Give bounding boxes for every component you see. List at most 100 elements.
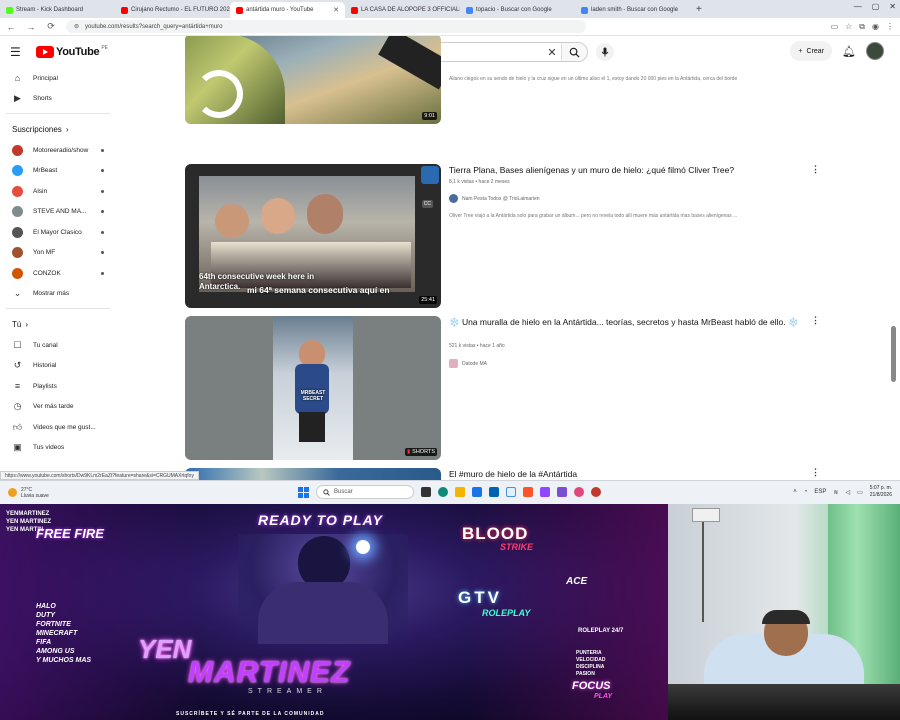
app-icon[interactable] — [506, 487, 516, 497]
sidebar-item-label: CONZOK — [33, 269, 61, 277]
mail-icon[interactable] — [489, 487, 499, 497]
sidebar-item[interactable]: MrBeast — [0, 161, 118, 182]
more-options-icon[interactable]: ⋮ — [811, 164, 820, 175]
browser-tab[interactable]: topacio - Buscar con Google — [460, 2, 575, 18]
account-avatar[interactable] — [866, 42, 884, 60]
sidebar-item[interactable]: 👍︎ Videos que me gust... — [0, 417, 118, 438]
close-icon[interactable]: ✕ — [889, 2, 896, 11]
subscriptions-header[interactable]: Suscripciones › — [0, 118, 118, 140]
store-icon[interactable] — [472, 487, 482, 497]
url-field[interactable]: ⊜ youtube.com/results?search_query=antár… — [66, 20, 586, 33]
cast-icon[interactable]: ▭ — [831, 22, 839, 32]
result-title[interactable]: ❄️ Una muralla de hielo en la Antártida.… — [449, 317, 809, 328]
reload-icon[interactable]: ⟳ — [46, 21, 56, 32]
app-icon[interactable] — [557, 487, 567, 497]
sidebar-item[interactable]: CONZOK — [0, 263, 118, 284]
show-more-button[interactable]: ⌄ Mostrar más — [0, 284, 118, 305]
result-channel[interactable]: Nam Pesta Todos @ TrioLaimarien — [449, 194, 540, 203]
video-thumbnail-3[interactable]: MRBEAST SECRET ▮ SHORTS — [185, 316, 441, 460]
weather-widget[interactable]: 27°C Lluvia suave — [0, 487, 120, 499]
site-info-icon[interactable]: ⊜ — [74, 23, 79, 30]
sidebar-item[interactable]: Alsin — [0, 181, 118, 202]
extension-icon[interactable]: ⧉ — [859, 22, 865, 32]
webcam-feed — [668, 504, 900, 720]
clock[interactable]: 5:07 p. m. 21/8/2026 — [870, 485, 892, 499]
sidebar-item-label: STEVE AND MA... — [33, 208, 87, 216]
maximize-icon[interactable]: ▢ — [872, 2, 880, 11]
app-icon[interactable] — [574, 487, 584, 497]
lang-indicator[interactable]: ESP — [814, 489, 826, 495]
windows-start-icon[interactable] — [298, 486, 309, 498]
result-channel[interactable]: Datode MA — [449, 359, 487, 368]
record-icon[interactable] — [591, 487, 601, 497]
overlay-game-item: DUTY — [36, 612, 56, 619]
overlay-top-left-line: YEN MARTINEZ — [6, 519, 51, 525]
youtube-logo[interactable]: YouTube PE — [36, 45, 108, 58]
overlay-top-left-line: YENMARTINEZ — [6, 511, 50, 517]
channel-avatar — [12, 267, 23, 279]
page-scrollbar[interactable] — [891, 326, 896, 382]
menu-icon[interactable]: ⋮ — [886, 22, 894, 32]
plane-wing-shape — [378, 36, 441, 90]
browser-tab[interactable]: Cirujano Rectumo - EL FUTURO 2026 — [115, 2, 230, 18]
result-title[interactable]: El #muro de hielo de la #Antártida — [449, 469, 809, 480]
battery-icon[interactable]: ▭ — [857, 489, 863, 496]
chevron-right-icon: › — [25, 319, 29, 329]
video-thumbnail-2[interactable]: 64th consecutive week here in Antarctica… — [185, 164, 441, 308]
sidebar-item[interactable]: El Mayor Clasico — [0, 222, 118, 243]
more-options-icon[interactable]: ⋮ — [811, 315, 820, 326]
tab-close-icon[interactable]: ✕ — [333, 6, 339, 14]
profile-icon[interactable]: ◉ — [872, 22, 879, 32]
sidebar-item-label: Principal — [33, 74, 58, 82]
channel-avatar — [449, 359, 458, 368]
brave-icon[interactable] — [523, 487, 533, 497]
volume-icon[interactable]: ◁ — [845, 489, 850, 496]
sidebar-item[interactable]: Yon MF — [0, 243, 118, 264]
file-explorer-icon[interactable] — [455, 487, 465, 497]
sidebar-item[interactable]: ▶ Shorts — [0, 89, 118, 110]
forward-icon[interactable]: → — [26, 22, 36, 32]
overlay-ace: ACE — [566, 576, 588, 587]
weather-text: 27°C Lluvia suave — [21, 487, 49, 499]
overlay-name-last: MARTINEZ — [188, 656, 351, 689]
sidebar-item[interactable]: ▣ Tus videos — [0, 438, 118, 459]
video-thumbnail-1[interactable]: 9:01 — [185, 36, 441, 124]
minimize-icon[interactable]: — — [854, 2, 862, 11]
result-title[interactable]: Tierra Plana, Bases alienígenas y un mur… — [449, 165, 809, 176]
back-icon[interactable]: ← — [6, 22, 16, 32]
sidebar: ⌂ Principal ▶ Shorts Suscripciones › Motoreera… — [0, 68, 118, 480]
bookmark-icon[interactable]: ☆ — [845, 22, 852, 32]
browser-tab[interactable]: laden smith - Buscar con Google — [575, 2, 690, 18]
notifications-bell-icon[interactable]: 🔔︎ — [842, 45, 856, 58]
more-options-icon[interactable]: ⋮ — [811, 467, 820, 478]
sidebar-item[interactable]: ≡ Playlists — [0, 376, 118, 397]
sidebar-item[interactable]: Motoreeradio/show — [0, 140, 118, 161]
video-thumbnail-4[interactable] — [185, 468, 441, 480]
you-header[interactable]: Tú › — [0, 313, 118, 335]
sidebar-item[interactable]: ☐ Tu canal — [0, 335, 118, 356]
chevron-up-icon[interactable]: ˄ — [793, 489, 797, 495]
subscriptions-header-label: Suscripciones — [12, 124, 62, 134]
browser-tab[interactable]: Stream - Kick Dashboard — [0, 2, 115, 18]
lens-flare — [356, 540, 370, 554]
network-icon[interactable]: ◔ — [804, 489, 808, 495]
task-view-icon[interactable] — [421, 487, 431, 497]
taskbar-search[interactable]: Buscar — [316, 485, 414, 499]
sidebar-item[interactable]: ↺ Historial — [0, 356, 118, 377]
browser-tab[interactable]: LA CASA DE ALOPOPE 3 OFFICIALLE — [345, 2, 460, 18]
live-dot — [101, 210, 104, 214]
overlay-strike: STRIKE — [500, 542, 534, 552]
new-tab-button[interactable]: + — [690, 2, 708, 18]
tab-favicon-icon — [581, 6, 588, 14]
wifi-icon[interactable]: ≋ — [833, 489, 838, 496]
sidebar-item[interactable]: ◷ Ver más tarde — [0, 397, 118, 418]
twitch-icon[interactable] — [540, 487, 550, 497]
sidebar-item[interactable]: STEVE AND MA... — [0, 202, 118, 223]
tab-title: Stream - Kick Dashboard — [16, 7, 84, 13]
browser-tab[interactable]: antártida muro - YouTube ✕ — [230, 2, 345, 18]
browser-tab-bar: Stream - Kick Dashboard Cirujano Rectumo … — [0, 0, 900, 18]
edge-icon[interactable] — [438, 487, 448, 497]
live-dot — [101, 189, 104, 193]
sidebar-item[interactable]: ⌂ Principal — [0, 68, 118, 89]
hamburger-menu-icon[interactable]: ☰ — [10, 45, 30, 59]
